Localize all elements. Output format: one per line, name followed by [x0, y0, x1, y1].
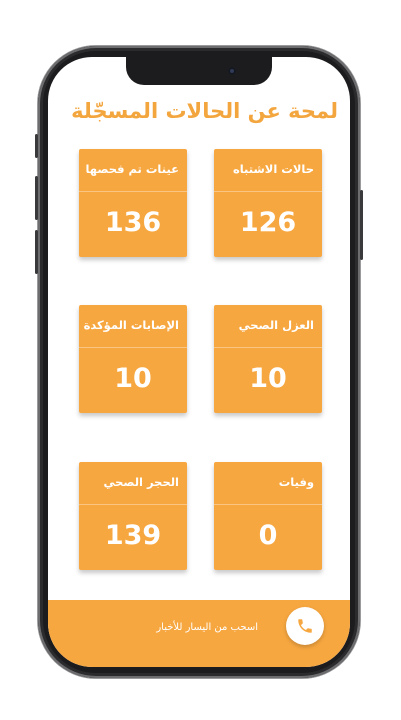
swipe-hint-text: اسحب من اليسار للأخبار [156, 622, 258, 633]
stat-card-quarantine[interactable]: الحجر الصحي 139 [79, 462, 187, 570]
volume-down-button [35, 230, 38, 274]
phone-icon [298, 619, 312, 633]
card-divider [214, 191, 322, 192]
card-value: 0 [258, 520, 278, 551]
card-label: عينات تم فحصها [85, 162, 179, 176]
card-label: العزل الصحي [238, 318, 314, 332]
call-button[interactable] [286, 607, 324, 645]
card-value: 139 [104, 520, 162, 551]
card-divider [79, 504, 187, 505]
card-label: الحجر الصحي [103, 475, 179, 489]
mute-switch [35, 134, 38, 158]
stat-card-isolation[interactable]: العزل الصحي 10 [214, 305, 322, 413]
bottom-bar[interactable]: اسحب من اليسار للأخبار [48, 600, 350, 667]
card-value: 126 [239, 207, 297, 238]
page-title: لمحة عن الحالات المسجّلة [71, 99, 338, 123]
stat-card-suspected[interactable]: حالات الاشتباه 126 [214, 149, 322, 257]
power-button [360, 190, 363, 260]
stat-card-tested-samples[interactable]: عينات تم فحصها 136 [79, 149, 187, 257]
card-value: 10 [249, 363, 287, 394]
card-label: وفيات [278, 475, 314, 489]
card-divider [214, 347, 322, 348]
card-divider [79, 191, 187, 192]
app-screen: لمحة عن الحالات المسجّلة حالات الاشتباه … [48, 57, 350, 667]
card-value: 136 [104, 207, 162, 238]
front-camera [228, 67, 236, 75]
volume-up-button [35, 176, 38, 220]
stat-card-confirmed[interactable]: الإصابات المؤكدة 10 [79, 305, 187, 413]
stat-card-deaths[interactable]: وفيات 0 [214, 462, 322, 570]
card-divider [79, 347, 187, 348]
card-divider [214, 504, 322, 505]
notch [126, 57, 272, 85]
card-label: حالات الاشتباه [232, 162, 314, 176]
card-value: 10 [114, 363, 152, 394]
card-label: الإصابات المؤكدة [83, 318, 179, 332]
